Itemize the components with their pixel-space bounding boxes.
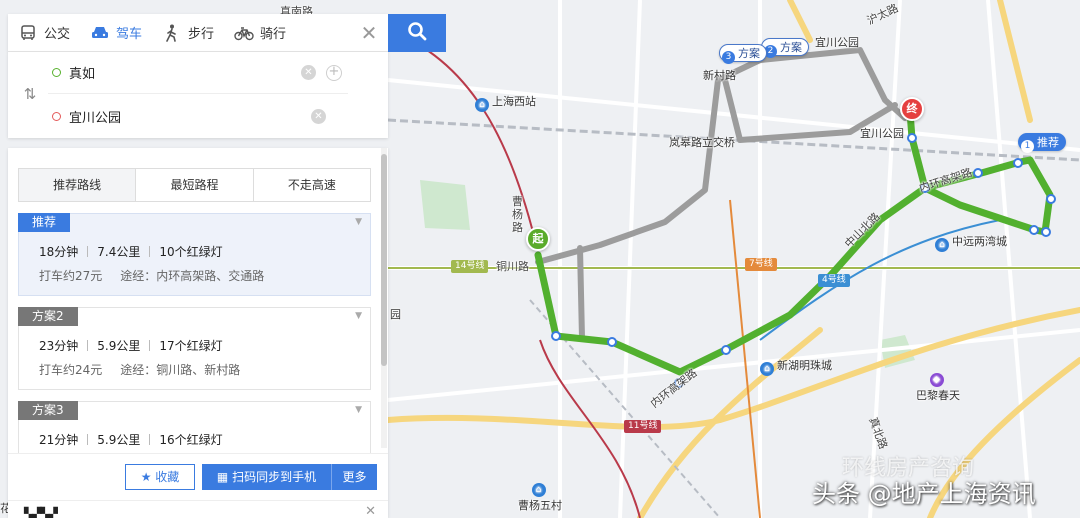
tab-bus-label: 公交 — [44, 27, 71, 42]
map-poi-bali[interactable]: ◆ 巴黎春天 — [908, 370, 968, 403]
close-icon[interactable]: ✕ — [365, 504, 376, 518]
bus-icon — [18, 23, 38, 43]
end-marker-icon — [52, 111, 61, 121]
search-button[interactable] — [388, 14, 446, 52]
end-input[interactable] — [69, 108, 289, 124]
route-details: 打车约24元 途经：铜川路、新村路 — [39, 363, 241, 377]
tab-bike[interactable]: 骑行 — [224, 14, 296, 52]
map-poi-caoyang5[interactable]: ⌂ 曹杨五村 — [510, 480, 570, 513]
map-route-tag-3[interactable]: 3 方案 — [719, 44, 767, 64]
close-button[interactable]: ✕ — [350, 14, 388, 52]
tab-walk[interactable]: 步行 — [152, 14, 224, 52]
map-label-caoyang-road: 曹杨路 — [512, 195, 523, 234]
route-input-box: ⇅ ✕ + ✕ — [8, 52, 388, 138]
route-preference-tabs: 推荐路线 最短路程 不走高速 — [18, 168, 371, 202]
qr-code-icon: ▚▞▚▞ — [24, 507, 58, 518]
close-icon: ✕ — [360, 20, 378, 45]
walk-icon — [162, 23, 182, 43]
park-area — [420, 180, 470, 230]
building-icon: ⌂ — [935, 238, 949, 252]
start-input-row: ✕ + — [48, 52, 348, 94]
map-label-yichuan-park: 宜川公园 — [860, 127, 904, 140]
map-label-tongchuan-road: 铜川路 — [496, 260, 529, 273]
start-pin[interactable]: 起 — [526, 227, 550, 251]
map-poi-zhongyuan[interactable]: ⌂ 中远两湾城 — [935, 233, 1007, 252]
tab-no-highway[interactable]: 不走高速 — [253, 169, 370, 201]
chevron-down-icon: ▼ — [355, 405, 362, 415]
clear-end-icon[interactable]: ✕ — [311, 108, 326, 124]
station-icon: ⌂ — [475, 98, 489, 112]
route-results-panel: 推荐路线 最短路程 不走高速 推荐 ▼ 18分钟 7.4公里 10个红绿灯 打车约2… — [8, 148, 388, 518]
swap-icon[interactable]: ⇅ — [20, 85, 40, 105]
star-icon: ★ — [140, 470, 156, 484]
sync-to-phone-button[interactable]: ▦ 扫码同步到手机 — [202, 464, 332, 490]
tab-bike-label: 骑行 — [260, 27, 287, 42]
route-summary: 23分钟 5.9公里 17个红绿灯 — [39, 339, 223, 353]
tab-recommended[interactable]: 推荐路线 — [19, 169, 137, 201]
chevron-down-icon: ▼ — [355, 311, 362, 321]
route-summary: 18分钟 7.4公里 10个红绿灯 — [39, 245, 223, 259]
route-tag: 推荐 — [18, 213, 71, 232]
map-label-xincun-road: 新村路 — [703, 69, 736, 82]
tab-shortest[interactable]: 最短路程 — [136, 169, 254, 201]
chevron-down-icon: ▼ — [355, 217, 362, 227]
start-marker-icon — [52, 68, 61, 77]
route-summary: 21分钟 5.9公里 16个红绿灯 — [39, 433, 223, 447]
building-icon: ⌂ — [760, 362, 774, 376]
map-route-tag-2[interactable]: 2 方案 — [761, 38, 809, 58]
tab-car-label: 驾车 — [116, 27, 143, 42]
shopping-icon: ◆ — [929, 373, 944, 387]
metro-tag-line4: 4号线 — [818, 274, 850, 287]
end-input-row: ✕ — [48, 95, 348, 137]
map-label-yichuan-park-top: 宜川公园 — [815, 36, 859, 49]
action-bar: ★ 收藏 ▦ 扫码同步到手机 更多 — [8, 453, 388, 499]
search-icon — [407, 21, 427, 45]
map-route-tag-recommended[interactable]: 1 推荐 — [1018, 133, 1066, 153]
tab-bus[interactable]: 公交 — [8, 14, 80, 52]
tab-car[interactable]: 驾车 — [80, 14, 152, 52]
watermark: 头条 @地产上海资讯 — [812, 480, 1036, 508]
map-poi-shanghai-west[interactable]: ⌂ 上海西站 — [475, 93, 536, 112]
map-label-park-fragment: 园 — [390, 308, 401, 321]
map-label-langao-interchange: 岚皋路立交桥 — [669, 136, 735, 149]
travel-mode-bar: 公交 驾车 步行 骑行 ✕ — [8, 14, 388, 52]
route-tag: 方案3 — [18, 401, 78, 420]
car-icon — [90, 23, 110, 43]
route-details: 打车约27元 途经：内环高架路、交通路 — [39, 269, 265, 283]
add-waypoint-icon[interactable]: + — [326, 64, 342, 81]
metro-tag-line7: 7号线 — [745, 258, 777, 271]
more-button[interactable]: 更多 — [332, 464, 377, 490]
route-card-1[interactable]: 推荐 ▼ 18分钟 7.4公里 10个红绿灯 打车约27元 途经：内环高架路、交通路 — [18, 213, 371, 296]
favorite-button[interactable]: ★ 收藏 — [125, 464, 195, 490]
route-tag: 方案2 — [18, 307, 78, 326]
map-poi-xinhu[interactable]: ⌂ 新湖明珠城 — [760, 357, 832, 376]
building-icon: ⌂ — [531, 483, 546, 497]
qr-strip: ▚▞▚▞ ✕ — [8, 500, 388, 518]
end-pin[interactable]: 终 — [900, 97, 924, 121]
metro-tag-line14: 14号线 — [451, 260, 489, 273]
metro-tag-line11: 11号线 — [624, 420, 662, 433]
start-input[interactable] — [69, 65, 289, 80]
tab-walk-label: 步行 — [188, 27, 215, 42]
scrollbar-thumb[interactable] — [381, 154, 387, 366]
bike-icon — [234, 23, 254, 43]
clear-start-icon[interactable]: ✕ — [301, 65, 316, 80]
route-card-2[interactable]: 方案2 ▼ 23分钟 5.9公里 17个红绿灯 打车约24元 途经：铜川路、新村路 — [18, 307, 371, 390]
qr-code-icon: ▦ — [216, 470, 233, 484]
